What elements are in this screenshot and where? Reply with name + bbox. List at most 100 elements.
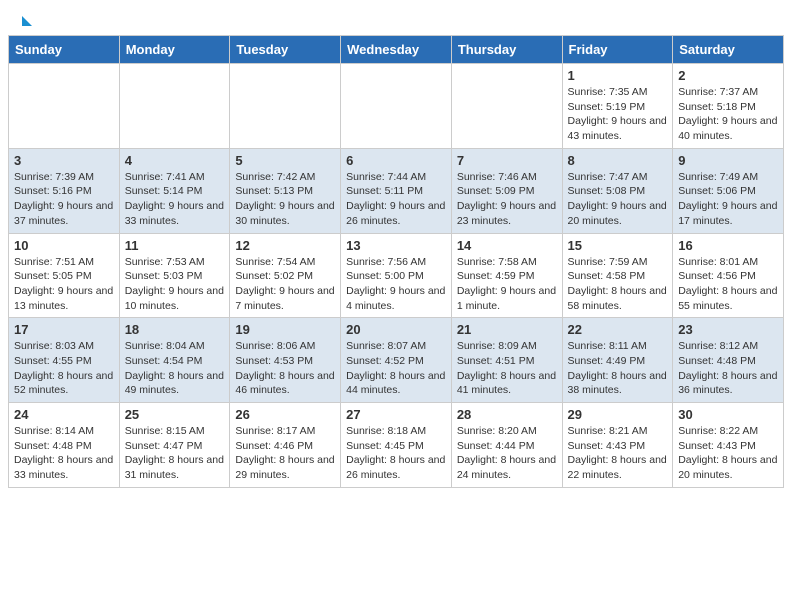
day-number: 5 xyxy=(235,153,335,168)
day-number: 9 xyxy=(678,153,778,168)
calendar-week-row: 1 Sunrise: 7:35 AM Sunset: 5:19 PM Daylig… xyxy=(9,64,784,149)
calendar-day: 25Sunrise: 8:15 AM Sunset: 4:47 PM Dayli… xyxy=(119,403,230,488)
day-number: 10 xyxy=(14,238,114,253)
day-info: Sunrise: 8:04 AM Sunset: 4:54 PM Dayligh… xyxy=(125,339,225,398)
calendar-table: Sunday Monday Tuesday Wednesday Thursday… xyxy=(8,35,784,488)
day-info: Sunrise: 8:21 AM Sunset: 4:43 PM Dayligh… xyxy=(568,424,668,483)
calendar-day: 4 Sunrise: 7:41 AM Sunset: 5:14 PM Daylig… xyxy=(119,148,230,233)
day-number: 18 xyxy=(125,322,225,337)
day-info: Sunrise: 8:09 AM Sunset: 4:51 PM Dayligh… xyxy=(457,339,557,398)
day-info: Sunrise: 7:35 AM Sunset: 5:19 PM Dayligh… xyxy=(568,85,668,144)
day-info: Sunrise: 7:49 AM Sunset: 5:06 PM Dayligh… xyxy=(678,170,778,229)
day-number: 24 xyxy=(14,407,114,422)
day-number: 1 xyxy=(568,68,668,83)
calendar-day: 27Sunrise: 8:18 AM Sunset: 4:45 PM Dayli… xyxy=(341,403,452,488)
day-number: 21 xyxy=(457,322,557,337)
day-number: 6 xyxy=(346,153,446,168)
day-number: 28 xyxy=(457,407,557,422)
calendar-day: 19Sunrise: 8:06 AM Sunset: 4:53 PM Dayli… xyxy=(230,318,341,403)
day-info: Sunrise: 8:01 AM Sunset: 4:56 PM Dayligh… xyxy=(678,255,778,314)
calendar-week-row: 3 Sunrise: 7:39 AM Sunset: 5:16 PM Daylig… xyxy=(9,148,784,233)
calendar-day: 11 Sunrise: 7:53 AM Sunset: 5:03 PM Dayli… xyxy=(119,233,230,318)
day-info: Sunrise: 7:56 AM Sunset: 5:00 PM Dayligh… xyxy=(346,255,446,314)
calendar-day: 22 Sunrise: 8:11 AM Sunset: 4:49 PM Dayli… xyxy=(562,318,673,403)
day-number: 17 xyxy=(14,322,114,337)
calendar-day: 23Sunrise: 8:12 AM Sunset: 4:48 PM Dayli… xyxy=(673,318,784,403)
calendar-day: 13 Sunrise: 7:56 AM Sunset: 5:00 PM Dayli… xyxy=(341,233,452,318)
calendar-week-row: 17 Sunrise: 8:03 AM Sunset: 4:55 PM Dayli… xyxy=(9,318,784,403)
calendar-day: 8 Sunrise: 7:47 AM Sunset: 5:08 PM Daylig… xyxy=(562,148,673,233)
col-wednesday: Wednesday xyxy=(341,36,452,64)
calendar-day: 20 Sunrise: 8:07 AM Sunset: 4:52 PM Dayli… xyxy=(341,318,452,403)
day-info: Sunrise: 8:14 AM Sunset: 4:48 PM Dayligh… xyxy=(14,424,114,483)
calendar-day: 10 Sunrise: 7:51 AM Sunset: 5:05 PM Dayli… xyxy=(9,233,120,318)
day-number: 29 xyxy=(568,407,668,422)
day-info: Sunrise: 8:03 AM Sunset: 4:55 PM Dayligh… xyxy=(14,339,114,398)
calendar-day: 15 Sunrise: 7:59 AM Sunset: 4:58 PM Dayli… xyxy=(562,233,673,318)
calendar-day: 28Sunrise: 8:20 AM Sunset: 4:44 PM Dayli… xyxy=(451,403,562,488)
day-number: 7 xyxy=(457,153,557,168)
calendar-day: 18 Sunrise: 8:04 AM Sunset: 4:54 PM Dayli… xyxy=(119,318,230,403)
calendar-day: 30 Sunrise: 8:22 AM Sunset: 4:43 PM Dayli… xyxy=(673,403,784,488)
day-info: Sunrise: 7:44 AM Sunset: 5:11 PM Dayligh… xyxy=(346,170,446,229)
day-number: 30 xyxy=(678,407,778,422)
calendar-day: 29 Sunrise: 8:21 AM Sunset: 4:43 PM Dayli… xyxy=(562,403,673,488)
calendar-week-row: 10 Sunrise: 7:51 AM Sunset: 5:05 PM Dayli… xyxy=(9,233,784,318)
day-number: 20 xyxy=(346,322,446,337)
day-info: Sunrise: 8:17 AM Sunset: 4:46 PM Dayligh… xyxy=(235,424,335,483)
calendar-day: 24 Sunrise: 8:14 AM Sunset: 4:48 PM Dayli… xyxy=(9,403,120,488)
calendar-day: 7 Sunrise: 7:46 AM Sunset: 5:09 PM Daylig… xyxy=(451,148,562,233)
day-info: Sunrise: 7:54 AM Sunset: 5:02 PM Dayligh… xyxy=(235,255,335,314)
day-number: 3 xyxy=(14,153,114,168)
day-number: 26 xyxy=(235,407,335,422)
calendar-day xyxy=(230,64,341,149)
day-info: Sunrise: 7:39 AM Sunset: 5:16 PM Dayligh… xyxy=(14,170,114,229)
col-sunday: Sunday xyxy=(9,36,120,64)
calendar-day: 1 Sunrise: 7:35 AM Sunset: 5:19 PM Daylig… xyxy=(562,64,673,149)
day-number: 4 xyxy=(125,153,225,168)
logo xyxy=(20,16,32,27)
calendar-day: 5Sunrise: 7:42 AM Sunset: 5:13 PM Daylig… xyxy=(230,148,341,233)
col-thursday: Thursday xyxy=(451,36,562,64)
day-info: Sunrise: 8:11 AM Sunset: 4:49 PM Dayligh… xyxy=(568,339,668,398)
calendar-day xyxy=(9,64,120,149)
day-number: 11 xyxy=(125,238,225,253)
calendar-day: 3 Sunrise: 7:39 AM Sunset: 5:16 PM Daylig… xyxy=(9,148,120,233)
page-header xyxy=(0,0,792,35)
day-info: Sunrise: 7:53 AM Sunset: 5:03 PM Dayligh… xyxy=(125,255,225,314)
day-number: 13 xyxy=(346,238,446,253)
day-info: Sunrise: 8:12 AM Sunset: 4:48 PM Dayligh… xyxy=(678,339,778,398)
day-info: Sunrise: 7:41 AM Sunset: 5:14 PM Dayligh… xyxy=(125,170,225,229)
calendar-day: 17 Sunrise: 8:03 AM Sunset: 4:55 PM Dayli… xyxy=(9,318,120,403)
calendar-day: 26 Sunrise: 8:17 AM Sunset: 4:46 PM Dayli… xyxy=(230,403,341,488)
col-friday: Friday xyxy=(562,36,673,64)
calendar-header-row: Sunday Monday Tuesday Wednesday Thursday… xyxy=(9,36,784,64)
day-info: Sunrise: 8:22 AM Sunset: 4:43 PM Dayligh… xyxy=(678,424,778,483)
calendar-day: 14Sunrise: 7:58 AM Sunset: 4:59 PM Dayli… xyxy=(451,233,562,318)
day-info: Sunrise: 7:59 AM Sunset: 4:58 PM Dayligh… xyxy=(568,255,668,314)
day-number: 8 xyxy=(568,153,668,168)
calendar-day: 2Sunrise: 7:37 AM Sunset: 5:18 PM Daylig… xyxy=(673,64,784,149)
day-info: Sunrise: 8:15 AM Sunset: 4:47 PM Dayligh… xyxy=(125,424,225,483)
col-saturday: Saturday xyxy=(673,36,784,64)
day-info: Sunrise: 7:47 AM Sunset: 5:08 PM Dayligh… xyxy=(568,170,668,229)
calendar-day: 21 Sunrise: 8:09 AM Sunset: 4:51 PM Dayli… xyxy=(451,318,562,403)
col-monday: Monday xyxy=(119,36,230,64)
day-info: Sunrise: 8:18 AM Sunset: 4:45 PM Dayligh… xyxy=(346,424,446,483)
calendar-day xyxy=(119,64,230,149)
day-number: 22 xyxy=(568,322,668,337)
col-tuesday: Tuesday xyxy=(230,36,341,64)
day-number: 12 xyxy=(235,238,335,253)
calendar-week-row: 24 Sunrise: 8:14 AM Sunset: 4:48 PM Dayli… xyxy=(9,403,784,488)
day-info: Sunrise: 8:07 AM Sunset: 4:52 PM Dayligh… xyxy=(346,339,446,398)
day-info: Sunrise: 7:51 AM Sunset: 5:05 PM Dayligh… xyxy=(14,255,114,314)
day-number: 15 xyxy=(568,238,668,253)
day-number: 19 xyxy=(235,322,335,337)
calendar-day xyxy=(451,64,562,149)
day-number: 14 xyxy=(457,238,557,253)
day-info: Sunrise: 7:46 AM Sunset: 5:09 PM Dayligh… xyxy=(457,170,557,229)
calendar-day: 16 Sunrise: 8:01 AM Sunset: 4:56 PM Dayli… xyxy=(673,233,784,318)
day-number: 2 xyxy=(678,68,778,83)
calendar-day: 6 Sunrise: 7:44 AM Sunset: 5:11 PM Daylig… xyxy=(341,148,452,233)
day-number: 16 xyxy=(678,238,778,253)
